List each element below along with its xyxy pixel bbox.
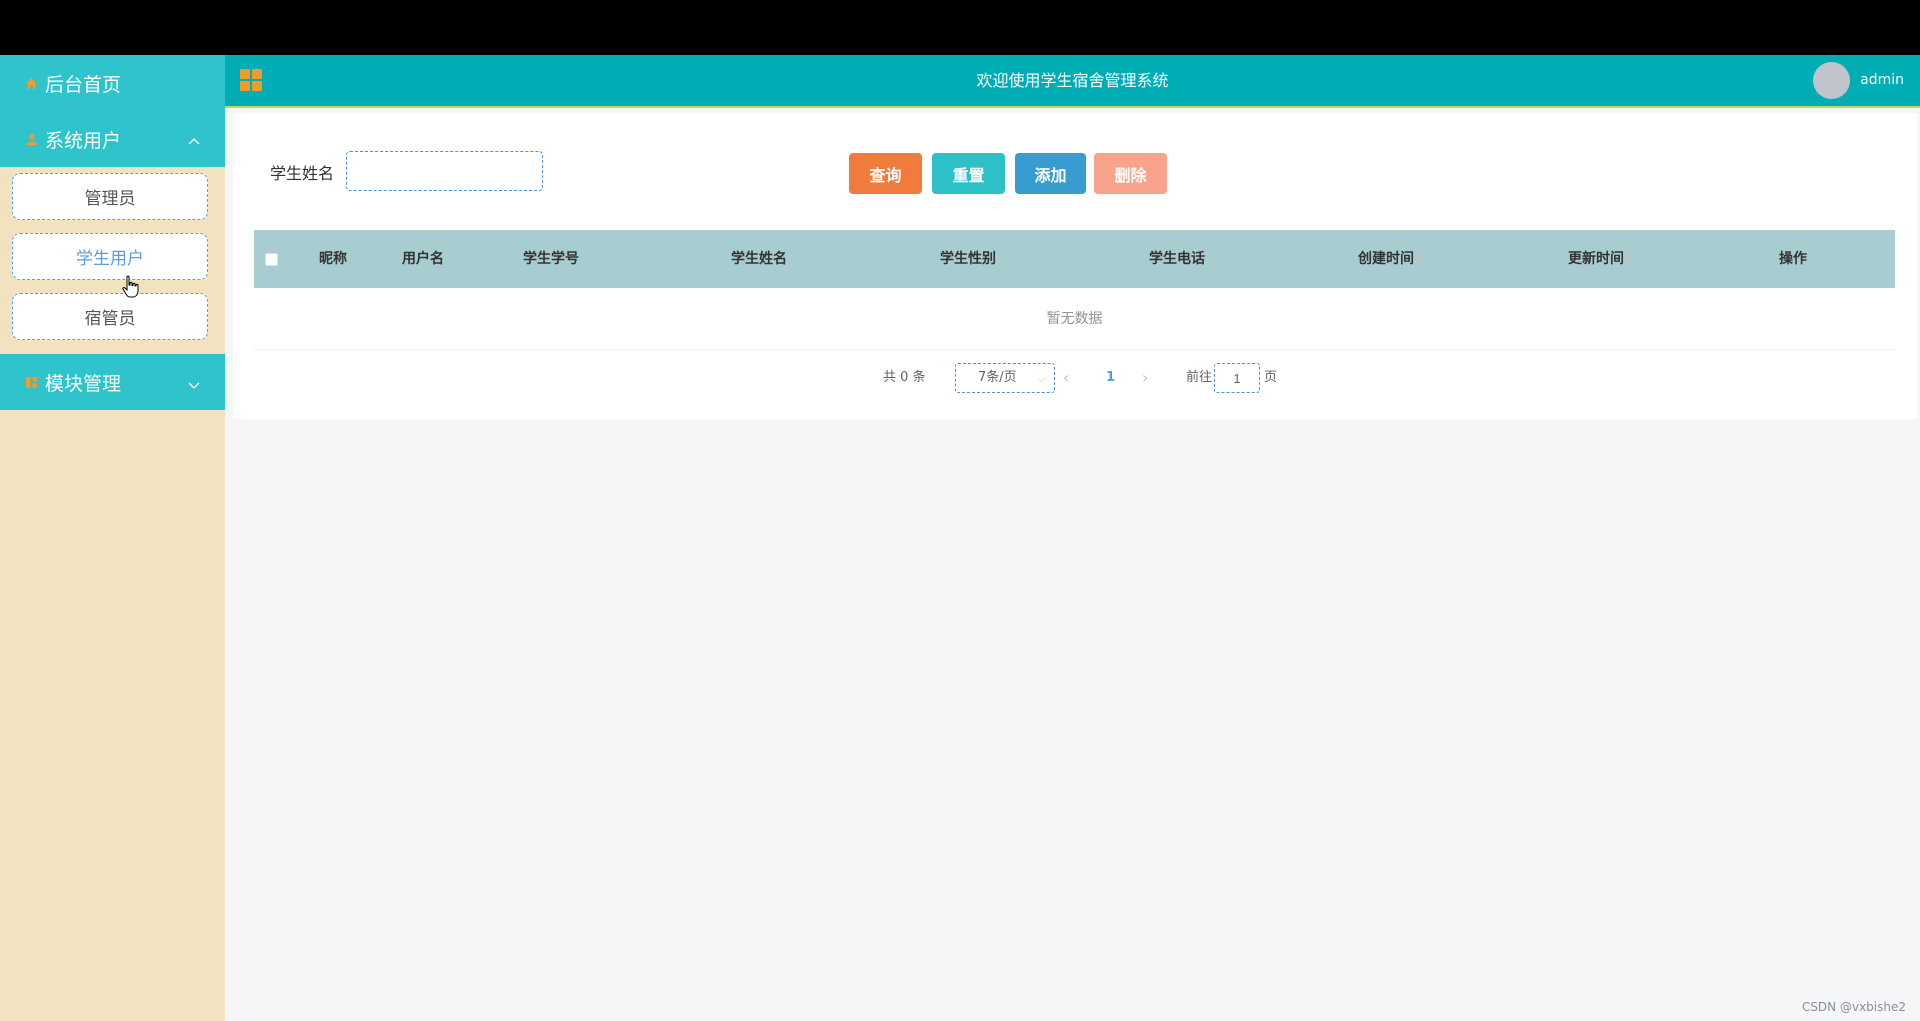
updated-time-label: 更新时间 bbox=[1568, 251, 1624, 267]
column-header-nickname: 昵称 bbox=[319, 251, 347, 267]
home-icon bbox=[24, 76, 38, 90]
empty-table-message: 暂无数据 bbox=[254, 288, 1895, 350]
select-all-checkbox[interactable] bbox=[265, 253, 278, 266]
user-name[interactable]: admin bbox=[1860, 55, 1904, 106]
reset-button[interactable]: 重置 bbox=[932, 153, 1005, 194]
hand-cursor-icon bbox=[122, 275, 139, 298]
pagination-total: 共 0 条 bbox=[883, 370, 926, 385]
search-label: 学生姓名 bbox=[270, 164, 335, 183]
sidebar: 后台首页 系统用户 管理员 学生用户 宿管员 模块管理 bbox=[0, 55, 225, 1021]
column-header-created-time[interactable]: 创建时间 ⇵ bbox=[1358, 230, 1424, 288]
student-name-input[interactable] bbox=[346, 151, 543, 191]
next-page-button[interactable]: › bbox=[1142, 363, 1148, 393]
user-icon bbox=[24, 132, 38, 146]
add-button[interactable]: 添加 bbox=[1015, 153, 1086, 194]
menu-grid-icon[interactable] bbox=[240, 69, 262, 91]
query-button[interactable]: 查询 bbox=[849, 153, 922, 194]
column-header-student-name: 学生姓名 bbox=[731, 251, 787, 267]
column-header-student-id: 学生学号 bbox=[523, 251, 579, 267]
column-header-username: 用户名 bbox=[402, 251, 444, 267]
chevron-up-icon bbox=[187, 132, 201, 146]
main-content: 学生姓名 查询 重置 添加 删除 昵称 用户名 学生学号 学生姓名 学生性别 学… bbox=[225, 108, 1920, 1021]
sort-icon: ⇵ bbox=[1416, 254, 1424, 264]
module-icon bbox=[24, 375, 38, 389]
sidebar-item-student-users[interactable]: 学生用户 bbox=[12, 233, 208, 280]
column-header-student-gender: 学生性别 bbox=[940, 251, 996, 267]
sort-icon: ⇵ bbox=[1626, 254, 1634, 264]
goto-page-input[interactable] bbox=[1214, 363, 1260, 393]
column-header-updated-time[interactable]: 更新时间 ⇵ bbox=[1568, 230, 1634, 288]
sidebar-item-home[interactable]: 后台首页 bbox=[0, 55, 225, 111]
page-number-current[interactable]: 1 bbox=[1106, 363, 1115, 393]
sidebar-item-system-users[interactable]: 系统用户 bbox=[0, 111, 225, 167]
sidebar-item-system-users-label: 系统用户 bbox=[45, 129, 122, 152]
avatar[interactable] bbox=[1813, 62, 1850, 99]
top-black-bar bbox=[0, 0, 1920, 55]
page-suffix-label: 页 bbox=[1264, 370, 1278, 385]
page-size-value: 7条/页 bbox=[978, 370, 1017, 385]
header: 欢迎使用学生宿舍管理系统 admin bbox=[225, 55, 1920, 108]
sidebar-item-home-label: 后台首页 bbox=[45, 73, 122, 96]
table-header: 昵称 用户名 学生学号 学生姓名 学生性别 学生电话 创建时间 ⇵ 更新时间 ⇵ 操… bbox=[254, 230, 1895, 288]
sidebar-item-dorm-manager[interactable]: 宿管员 bbox=[12, 293, 208, 340]
page-size-select[interactable]: 7条/页 ⌵ bbox=[955, 363, 1055, 393]
created-time-label: 创建时间 bbox=[1358, 251, 1414, 267]
column-header-student-phone: 学生电话 bbox=[1149, 251, 1205, 267]
goto-label: 前往 bbox=[1186, 370, 1213, 385]
prev-page-button[interactable]: ‹ bbox=[1063, 363, 1069, 393]
watermark: CSDN @vxbishe2 bbox=[1801, 1000, 1906, 1014]
delete-button[interactable]: 删除 bbox=[1094, 153, 1167, 194]
column-header-actions: 操作 bbox=[1779, 251, 1807, 267]
system-users-submenu: 管理员 学生用户 宿管员 bbox=[0, 167, 225, 354]
chevron-down-icon bbox=[187, 375, 201, 389]
sidebar-item-module-management[interactable]: 模块管理 bbox=[0, 354, 225, 410]
chevron-down-icon: ⌵ bbox=[1037, 372, 1046, 385]
sidebar-item-module-label: 模块管理 bbox=[45, 372, 122, 395]
content-card: 学生姓名 查询 重置 添加 删除 昵称 用户名 学生学号 学生姓名 学生性别 学… bbox=[233, 113, 1917, 419]
sidebar-item-admin[interactable]: 管理员 bbox=[12, 173, 208, 220]
page-title: 欢迎使用学生宿舍管理系统 bbox=[976, 71, 1169, 90]
